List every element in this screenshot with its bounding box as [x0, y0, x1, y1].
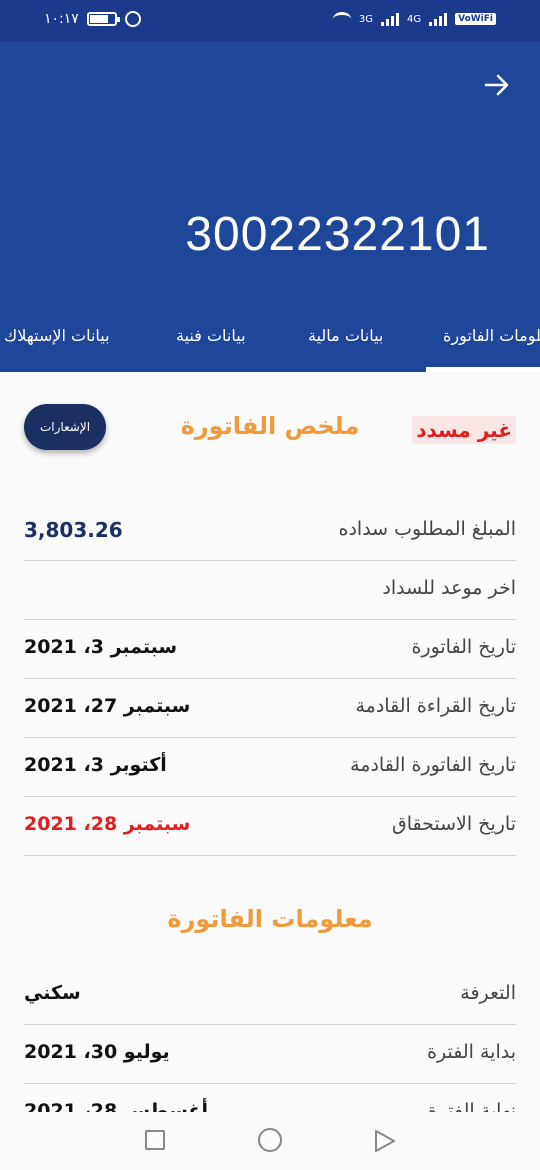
notifications-button[interactable]: الإشعارات: [24, 404, 106, 450]
content-scroll[interactable]: الإشعارات ملخص الفاتورة غير مسدد المبلغ …: [0, 372, 540, 1112]
back-arrow-icon[interactable]: [484, 72, 510, 98]
row-label: بداية الفترة: [427, 1041, 516, 1063]
wifi-icon: [332, 12, 351, 26]
network-label-4g: 4G: [406, 13, 422, 25]
summary-row: تاريخ القراءة القادمة سبتمبر 27، 2021: [24, 679, 516, 738]
tab-bar: معلومات الفاتورة بيانات مالية بيانات فني…: [0, 320, 540, 372]
row-label: تاريخ الفاتورة القادمة: [350, 754, 516, 776]
network-label-3g: 3G: [358, 13, 373, 25]
header: 30022322101 معلومات الفاتورة بيانات مالي…: [0, 42, 540, 372]
row-value: 3,803.26: [24, 518, 123, 542]
row-value: سكني: [24, 982, 81, 1004]
clock: ١٠:١٧: [44, 11, 79, 27]
summary-row: تاريخ الفاتورة سبتمبر 3، 2021: [24, 620, 516, 679]
row-label: نهاية الفترة: [427, 1100, 516, 1112]
alarm-icon: [124, 11, 141, 27]
signal-icon: [380, 12, 399, 26]
row-label: تاريخ القراءة القادمة: [355, 695, 516, 717]
info-row: بداية الفترة يوليو 30، 2021: [24, 1025, 516, 1084]
info-row: التعرفة سكني: [24, 966, 516, 1025]
row-value: يوليو 30، 2021: [24, 1041, 170, 1063]
row-label: اخر موعد للسداد: [382, 577, 516, 599]
battery-icon: [86, 12, 120, 26]
tab-technical[interactable]: بيانات فنية: [176, 326, 246, 345]
row-value: أكتوبر 3، 2021: [24, 754, 167, 776]
back-icon[interactable]: [372, 1128, 398, 1158]
info-title: معلومات الفاتورة: [167, 905, 373, 933]
row-label: التعرفة: [460, 982, 516, 1004]
summary-row: تاريخ الاستحقاق سبتمبر 28، 2021: [24, 797, 516, 856]
home-icon[interactable]: [258, 1128, 282, 1152]
row-value: سبتمبر 28، 2021: [24, 813, 191, 835]
row-value: سبتمبر 3، 2021: [24, 636, 178, 658]
info-row: نهاية الفترة أغسطس 28، 2021: [24, 1084, 516, 1112]
row-label: المبلغ المطلوب سداده: [338, 518, 517, 540]
row-value: أغسطس 28، 2021: [24, 1100, 208, 1112]
summary-row: تاريخ الفاتورة القادمة أكتوبر 3، 2021: [24, 738, 516, 797]
summary-row: اخر موعد للسداد: [24, 561, 516, 620]
row-label: تاريخ الفاتورة: [411, 636, 516, 658]
row-value: سبتمبر 27، 2021: [24, 695, 191, 717]
status-badge: غير مسدد: [412, 416, 516, 444]
account-number: 30022322101: [185, 208, 490, 261]
summary-row: المبلغ المطلوب سداده 3,803.26: [24, 502, 516, 561]
vowifi-badge: VoWiFi: [455, 13, 496, 25]
system-nav-bar: [0, 1112, 540, 1170]
status-bar: ١٠:١٧ 3G 4G VoWiFi: [0, 0, 540, 42]
row-label: تاريخ الاستحقاق: [391, 813, 516, 835]
signal-icon-2: [429, 12, 448, 26]
summary-title: ملخص الفاتورة: [180, 412, 360, 440]
recents-icon[interactable]: [145, 1130, 165, 1150]
tab-consumption[interactable]: بيانات الإستهلاك: [4, 326, 110, 345]
tab-bill-info[interactable]: معلومات الفاتورة: [443, 326, 540, 345]
tab-financial[interactable]: بيانات مالية: [308, 326, 383, 345]
